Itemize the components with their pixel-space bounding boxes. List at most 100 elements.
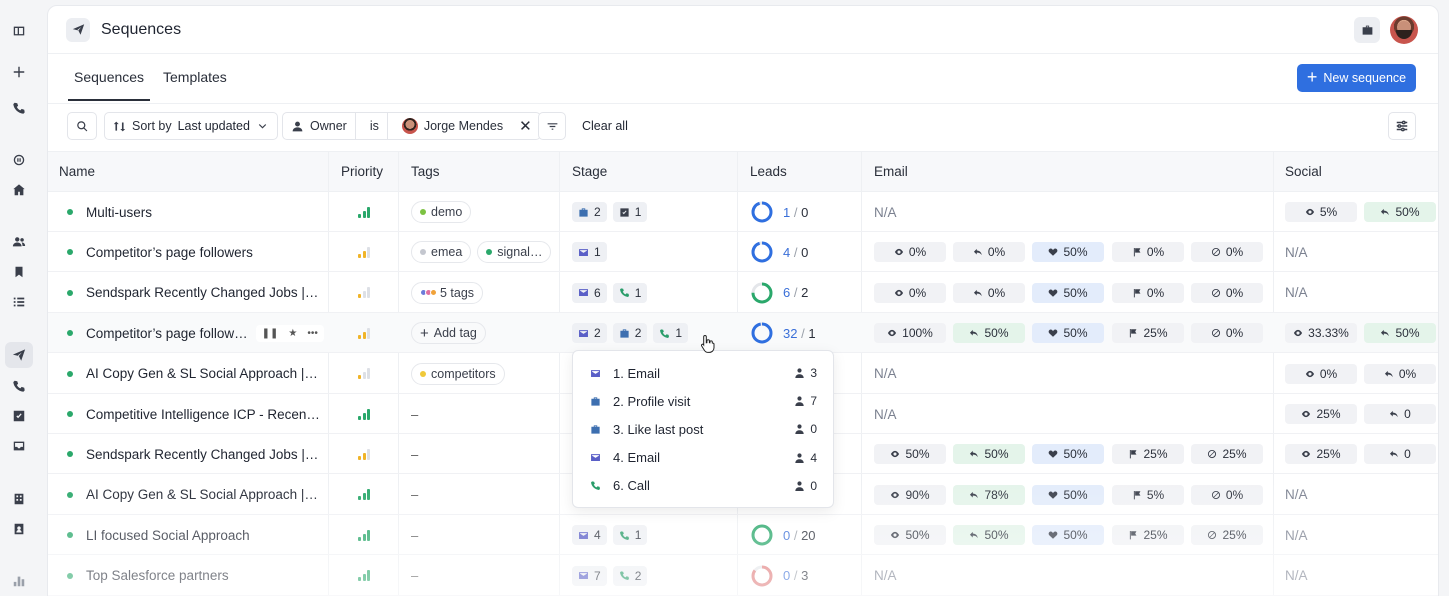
sequence-name[interactable]: Sendspark Recently Changed Jobs |…: [86, 285, 318, 300]
user-avatar[interactable]: [1390, 16, 1418, 44]
sequence-name[interactable]: Multi-users: [86, 205, 152, 220]
remove-filter-icon[interactable]: ✕: [519, 117, 532, 135]
stage-chip-call[interactable]: 2: [612, 565, 648, 586]
tab-sequences[interactable]: Sequences: [67, 69, 151, 101]
stage-chip-email[interactable]: 4: [572, 525, 607, 546]
list-icon[interactable]: [10, 293, 28, 311]
table-row[interactable]: Top Salesforce partners –7 2 0 / 3 N/A N/A: [48, 556, 1438, 596]
tab-templates[interactable]: Templates: [163, 69, 227, 85]
sequence-name[interactable]: AI Copy Gen & SL Social Approach | S…: [86, 366, 321, 381]
stage-chip-email[interactable]: 2: [572, 323, 607, 344]
sequence-name[interactable]: Sendspark Recently Changed Jobs |…: [86, 447, 318, 462]
owner-filter-field[interactable]: Owner: [283, 113, 356, 139]
name-cell[interactable]: Competitor’s page followers: [48, 232, 328, 272]
sequence-name[interactable]: LI focused Social Approach: [86, 528, 250, 543]
more-icon[interactable]: •••: [307, 328, 318, 339]
sequence-name[interactable]: Competitive Intelligence ICP - Recent…: [86, 407, 321, 422]
owner-filter-value[interactable]: Jorge Mendes ✕: [394, 113, 540, 139]
col-email[interactable]: Email: [874, 164, 908, 179]
brain-icon[interactable]: [10, 151, 28, 169]
col-stage[interactable]: Stage: [572, 164, 607, 179]
sequences-nav-icon[interactable]: [5, 342, 33, 368]
stage-chip-linkedin[interactable]: 2: [612, 323, 648, 344]
tasks-icon[interactable]: [10, 407, 28, 425]
stage-chip-task[interactable]: 1: [612, 202, 648, 222]
sidebar-toggle-icon[interactable]: [10, 22, 28, 40]
people-icon[interactable]: [10, 233, 28, 251]
popup-step-item[interactable]: 4. Email 4: [573, 444, 835, 472]
popup-step-item[interactable]: 2. Profile visit 7: [573, 387, 835, 415]
search-button[interactable]: [67, 112, 97, 140]
sequence-name[interactable]: Competitor’s page followers: [86, 245, 253, 260]
stage-chip-call[interactable]: 1: [612, 282, 648, 303]
stage-chip-call[interactable]: 1: [612, 525, 648, 546]
stage-cell[interactable]: 61: [572, 273, 653, 313]
add-icon[interactable]: [10, 63, 28, 81]
sort-dropdown[interactable]: Sort by Last updated: [104, 112, 278, 140]
name-cell[interactable]: Top Salesforce partners: [48, 556, 328, 596]
tag-chip[interactable]: demo: [411, 201, 472, 223]
stage-chip-call[interactable]: 1: [653, 323, 689, 344]
new-sequence-button[interactable]: + New sequence: [1297, 64, 1416, 92]
popup-step-item[interactable]: 6. Call 0: [573, 472, 835, 500]
contact-book-icon[interactable]: [10, 520, 28, 538]
company-icon[interactable]: [10, 490, 28, 508]
tag-chip[interactable]: competitors: [411, 362, 505, 385]
name-cell[interactable]: Competitor’s page follow… ❚❚ ★ •••: [48, 313, 328, 353]
filter-button[interactable]: [538, 112, 566, 140]
pause-icon[interactable]: ❚❚: [262, 328, 279, 339]
analytics-icon[interactable]: [10, 572, 28, 590]
star-icon[interactable]: ★: [288, 328, 297, 339]
col-tags[interactable]: Tags: [411, 164, 440, 179]
stage-chip-email[interactable]: 6: [572, 282, 607, 303]
col-priority[interactable]: Priority: [341, 164, 383, 179]
home-icon[interactable]: [10, 181, 28, 199]
leads-cell[interactable]: 6 / 2: [737, 273, 808, 313]
tag-chip[interactable]: 5 tags: [411, 281, 484, 304]
stage-chip-linkedin[interactable]: 2: [572, 202, 607, 222]
popup-step-item[interactable]: 3. Like last post 0: [573, 415, 835, 443]
name-cell[interactable]: AI Copy Gen & SL Social Approach | S…: [48, 475, 328, 515]
stage-cell[interactable]: 41: [572, 515, 653, 555]
stage-cell[interactable]: 72: [572, 556, 653, 596]
stage-chip-email[interactable]: 7: [572, 565, 607, 586]
clear-all-button[interactable]: Clear all: [582, 119, 628, 133]
leads-cell[interactable]: 0 / 20: [737, 515, 816, 555]
table-row[interactable]: Competitor’s page followers emea signal… 1 4…: [48, 232, 1438, 273]
phone-icon[interactable]: [10, 99, 28, 117]
table-row[interactable]: Multi-users demo 2 1 1 / 0 N/A 5% 50%: [48, 192, 1438, 232]
name-cell[interactable]: AI Copy Gen & SL Social Approach | S…: [48, 354, 328, 394]
table-row[interactable]: Competitor’s page follow… ❚❚ ★ ••• + Add tag 2…: [48, 313, 1438, 354]
name-cell[interactable]: Sendspark Recently Changed Jobs |…: [48, 273, 328, 313]
owner-filter-operator[interactable]: is: [362, 113, 388, 139]
table-row[interactable]: LI focused Social Approach –4 1 0 / 20 50% 50…: [48, 515, 1438, 556]
briefcase-icon[interactable]: [1354, 17, 1380, 43]
leads-cell[interactable]: 1 / 0: [737, 192, 808, 232]
leads-cell[interactable]: 32 / 1: [737, 313, 816, 353]
stage-cell[interactable]: 21: [572, 192, 653, 232]
stage-cell[interactable]: 1: [572, 232, 613, 272]
table-row[interactable]: Sendspark Recently Changed Jobs |… 5 tags…: [48, 273, 1438, 313]
name-cell[interactable]: LI focused Social Approach: [48, 515, 328, 555]
calls-nav-icon[interactable]: [10, 377, 28, 395]
stage-chip-email[interactable]: 1: [572, 242, 607, 263]
col-name[interactable]: Name: [59, 164, 95, 179]
popup-step-item[interactable]: 1. Email 3: [573, 359, 835, 387]
col-social[interactable]: Social: [1285, 164, 1322, 179]
add-tag-button[interactable]: + Add tag: [411, 322, 486, 345]
leads-cell[interactable]: 4 / 0: [737, 232, 808, 272]
name-cell[interactable]: Sendspark Recently Changed Jobs |…: [48, 434, 328, 474]
col-leads[interactable]: Leads: [750, 164, 787, 179]
sequence-name[interactable]: Top Salesforce partners: [86, 568, 229, 583]
tag-chip[interactable]: signal…: [477, 241, 552, 264]
view-settings-button[interactable]: [1388, 112, 1416, 140]
inbox-icon[interactable]: [10, 437, 28, 455]
stage-cell[interactable]: 2 2 1: [572, 313, 694, 353]
name-cell[interactable]: Competitive Intelligence ICP - Recent…: [48, 394, 328, 434]
tag-chip[interactable]: emea: [411, 241, 472, 264]
sequence-name[interactable]: Competitor’s page follow…: [86, 326, 248, 341]
sequence-name[interactable]: AI Copy Gen & SL Social Approach | S…: [86, 487, 321, 502]
name-cell[interactable]: Multi-users: [48, 192, 328, 232]
leads-cell[interactable]: 0 / 3: [737, 556, 808, 596]
bookmark-icon[interactable]: [10, 263, 28, 281]
